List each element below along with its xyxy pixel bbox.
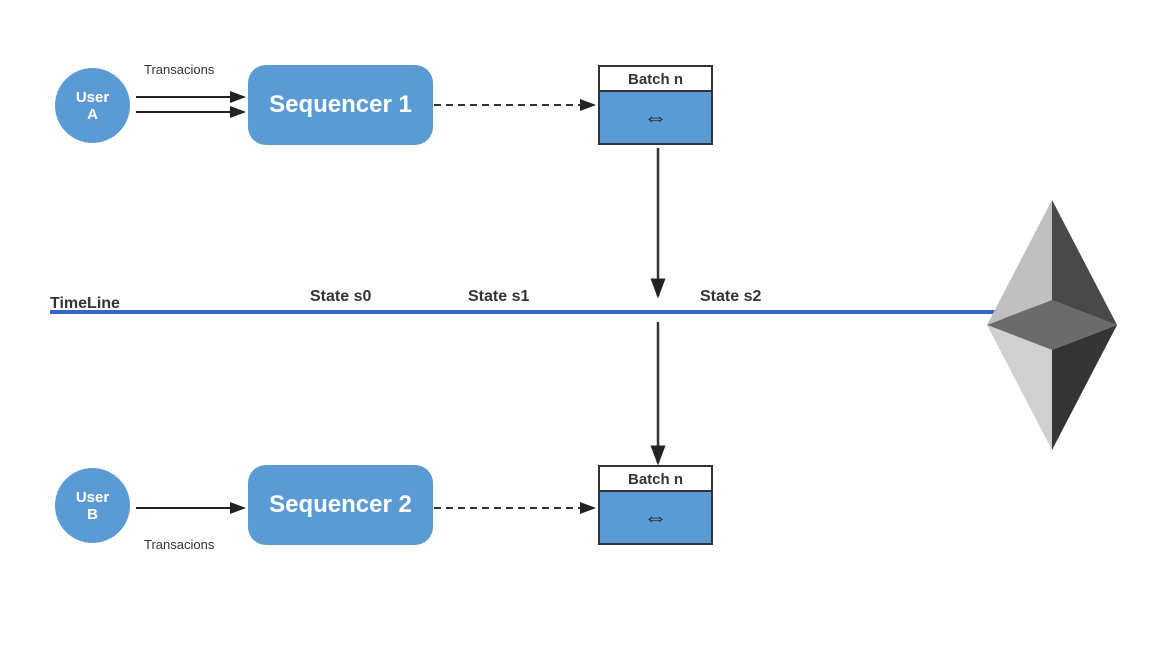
state-s0-label: State s0 xyxy=(310,288,371,306)
user-b-circle: User B xyxy=(55,468,130,543)
user-b-label-line1: User xyxy=(76,489,109,506)
ethereum-diamond xyxy=(972,195,1132,455)
batch-1-arrows: ⇔ xyxy=(600,92,711,143)
transactions-label-a: Transacions xyxy=(144,62,214,77)
batch-2-arrows: ⇔ xyxy=(600,492,711,543)
timeline-label: TimeLine xyxy=(50,295,120,313)
batch-2-label: Batch n xyxy=(600,467,711,492)
state-s2-label: State s2 xyxy=(700,288,761,306)
sequencer-1-box: Sequencer 1 xyxy=(248,65,433,145)
user-a-circle: User A xyxy=(55,68,130,143)
state-s1-label: State s1 xyxy=(468,288,529,306)
diagram-container: User A Transacions Sequencer 1 Batch n ⇔… xyxy=(0,0,1162,650)
user-a-label-line1: User xyxy=(76,89,109,106)
user-a-label-line2: A xyxy=(87,106,98,123)
sequencer-2-box: Sequencer 2 xyxy=(248,465,433,545)
batch-2-box: Batch n ⇔ xyxy=(598,465,713,545)
batch-1-label: Batch n xyxy=(600,67,711,92)
batch-1-box: Batch n ⇔ xyxy=(598,65,713,145)
user-b-label-line2: B xyxy=(87,506,98,523)
transactions-label-b: Transacions xyxy=(144,537,214,552)
